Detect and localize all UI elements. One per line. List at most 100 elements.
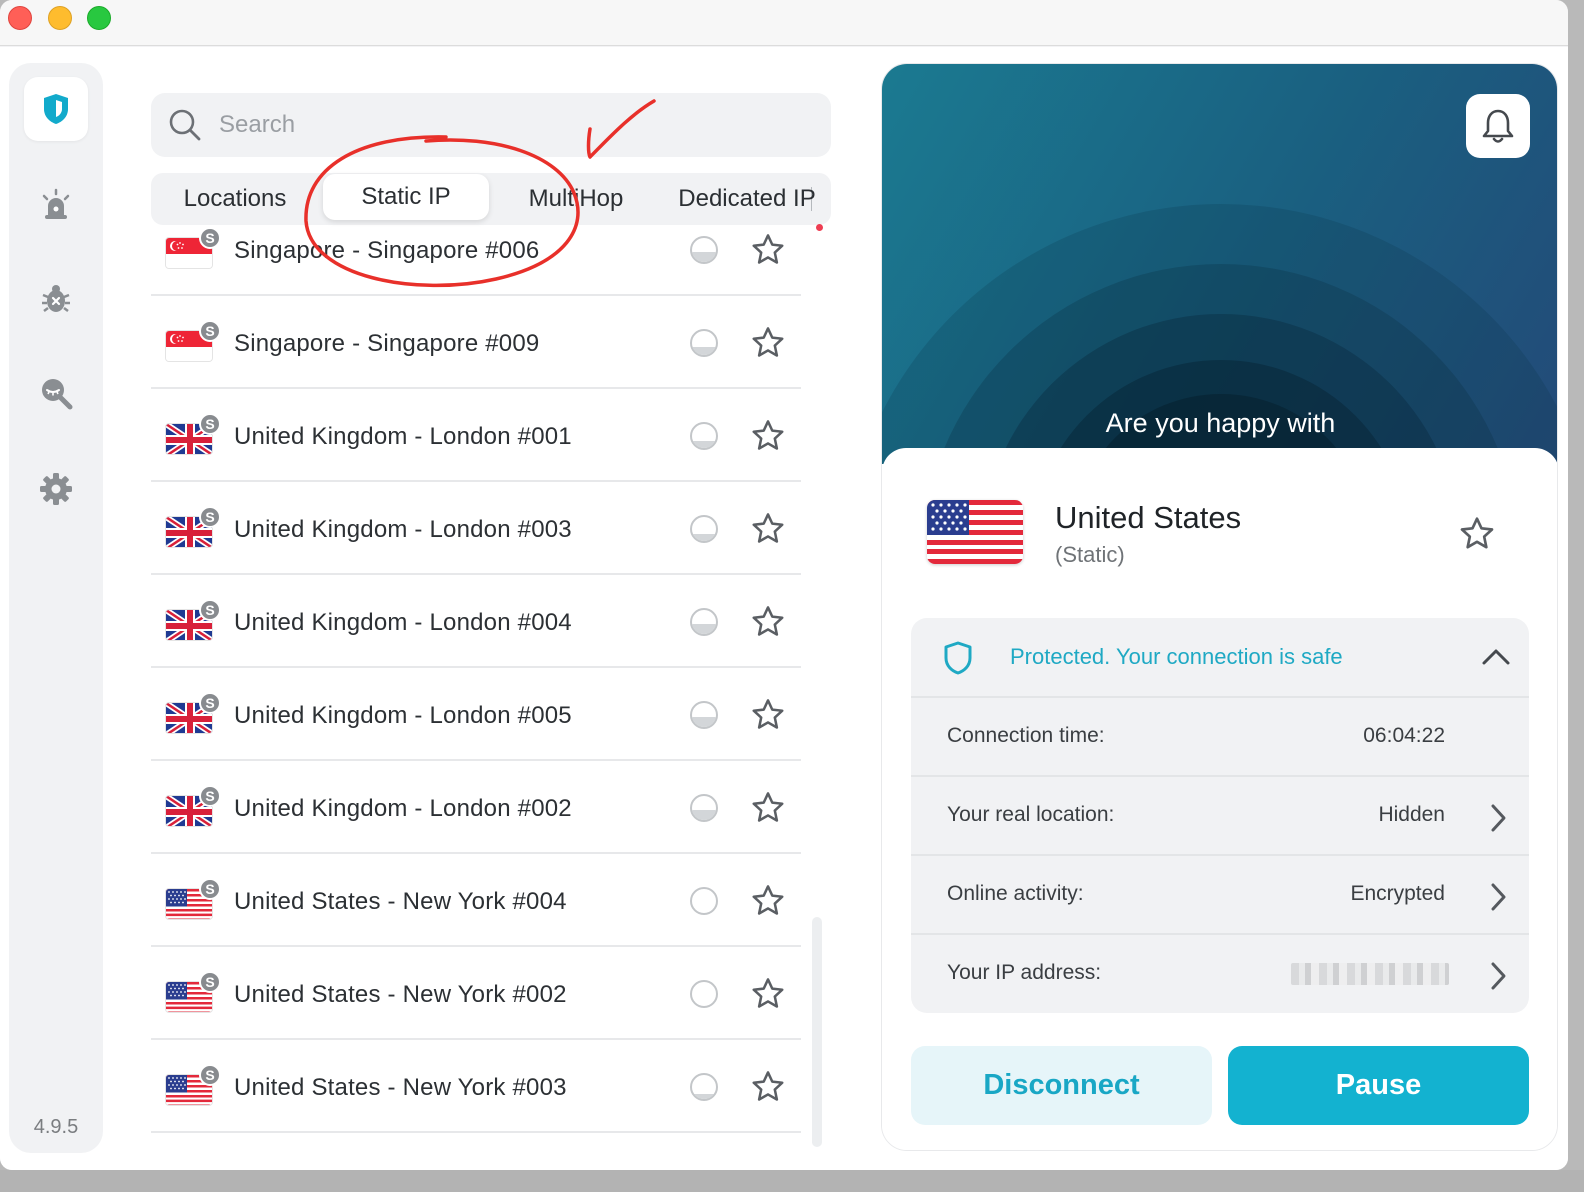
favorite-star-icon[interactable]	[749, 696, 787, 734]
server-row[interactable]: S United States - New York #003	[151, 1040, 801, 1133]
server-flag-us: S	[165, 1064, 221, 1106]
favorite-star-icon[interactable]	[749, 324, 787, 362]
server-name: United States - New York #004	[234, 888, 567, 915]
server-row[interactable]: S Singapore - Singapore #009	[151, 296, 801, 389]
server-load-indicator	[690, 701, 718, 729]
sidebar-item-alert[interactable]	[24, 173, 88, 237]
static-badge: S	[199, 878, 221, 900]
static-badge: S	[199, 785, 221, 807]
static-badge: S	[199, 971, 221, 993]
static-badge: S	[199, 692, 221, 714]
static-badge: S	[199, 599, 221, 621]
title-bar	[0, 0, 1568, 46]
sidebar-item-vpn[interactable]	[24, 77, 88, 141]
server-name: United Kingdom - London #005	[234, 702, 572, 729]
server-flag-sg: S	[165, 227, 221, 269]
connection-status-box: Protected. Your connection is safe Conne…	[911, 618, 1529, 1013]
detail-label: Connection time:	[947, 724, 1105, 747]
shield-icon	[44, 94, 68, 124]
detail-real-location[interactable]: Your real location: Hidden	[911, 777, 1529, 856]
connection-card: United States (Static) Protected. Your c…	[882, 448, 1557, 1150]
server-load-indicator	[690, 236, 718, 264]
feedback-prompt: Are you happy with	[1105, 408, 1336, 438]
search-input[interactable]	[219, 107, 799, 143]
detail-value: Hidden	[1378, 803, 1445, 826]
connection-type: (Static)	[1055, 542, 1125, 567]
shield-outline-icon	[944, 641, 972, 675]
chevron-right-icon	[1491, 962, 1506, 990]
server-load-indicator	[690, 515, 718, 543]
server-row[interactable]: S United Kingdom - London #001	[151, 389, 801, 482]
desktop-background	[0, 1170, 1584, 1192]
server-name: United States - New York #003	[234, 1074, 567, 1101]
server-name: United Kingdom - London #004	[234, 609, 572, 636]
server-list: S Singapore - Singapore #006 S Singapore - …	[151, 227, 801, 1170]
server-row[interactable]: S United Kingdom - London #005	[151, 668, 801, 761]
static-badge: S	[199, 1064, 221, 1086]
search-icon	[169, 109, 201, 141]
pause-button[interactable]: Pause	[1228, 1046, 1529, 1125]
server-name: Singapore - Singapore #006	[234, 237, 540, 264]
favorite-star-icon[interactable]	[749, 510, 787, 548]
gear-icon	[40, 473, 72, 505]
search-bar[interactable]	[151, 93, 831, 157]
app-window: 4.9.5 Locations Static IP MultiHop Dedic…	[0, 0, 1568, 1170]
server-flag-uk: S	[165, 599, 221, 641]
chevron-up-icon[interactable]	[1481, 646, 1511, 668]
server-row[interactable]: S Singapore - Singapore #006	[151, 227, 801, 296]
app-version: 4.9.5	[33, 1116, 79, 1138]
close-window-button[interactable]	[8, 6, 32, 30]
tab-static-ip[interactable]: Static IP	[323, 174, 489, 220]
list-scrollbar[interactable]	[812, 917, 822, 1147]
detail-ip-address[interactable]: Your IP address:	[911, 935, 1529, 1013]
tab-dedicated-ip[interactable]: Dedicated IP	[663, 173, 831, 225]
server-row[interactable]: S United Kingdom - London #004	[151, 575, 801, 668]
static-badge: S	[199, 506, 221, 528]
status-header[interactable]: Protected. Your connection is safe	[911, 618, 1529, 698]
favorite-star-icon[interactable]	[749, 231, 787, 269]
sidebar: 4.9.5	[9, 63, 103, 1153]
bell-icon	[1482, 109, 1514, 143]
favorite-star-icon[interactable]	[749, 789, 787, 827]
us-flag	[927, 500, 1023, 564]
tab-locations[interactable]: Locations	[151, 173, 319, 225]
favorite-star-icon[interactable]	[749, 882, 787, 920]
bug-icon	[42, 285, 70, 312]
server-row[interactable]: S United Kingdom - London #003	[151, 482, 801, 575]
detail-online-activity[interactable]: Online activity: Encrypted	[911, 856, 1529, 935]
server-load-indicator	[690, 980, 718, 1008]
static-badge: S	[199, 413, 221, 435]
server-row[interactable]: S United States - New York #002	[151, 947, 801, 1040]
server-row[interactable]: S United Kingdom - London #002	[151, 761, 801, 854]
status-text: Protected. Your connection is safe	[1010, 644, 1343, 669]
favorite-star-icon[interactable]	[749, 417, 787, 455]
detail-connection-time: Connection time: 06:04:22	[911, 698, 1529, 777]
sidebar-item-settings[interactable]	[24, 457, 88, 521]
server-load-indicator	[690, 329, 718, 357]
server-flag-uk: S	[165, 785, 221, 827]
server-flag-uk: S	[165, 692, 221, 734]
notifications-button[interactable]	[1466, 94, 1530, 158]
magnifier-eye-icon	[42, 379, 73, 410]
favorite-star-icon[interactable]	[1457, 514, 1497, 554]
sidebar-item-threat[interactable]	[24, 267, 88, 331]
server-flag-us: S	[165, 878, 221, 920]
tab-multihop[interactable]: MultiHop	[491, 173, 661, 225]
minimize-window-button[interactable]	[48, 6, 72, 30]
detail-label: Your IP address:	[947, 961, 1102, 984]
server-name: Singapore - Singapore #009	[234, 330, 540, 357]
favorite-star-icon[interactable]	[749, 1068, 787, 1106]
server-row[interactable]: S United States - New York #004	[151, 854, 801, 947]
zoom-window-button[interactable]	[87, 6, 111, 30]
detail-value: Encrypted	[1350, 882, 1445, 905]
connected-country: United States	[1055, 500, 1242, 535]
favorite-star-icon[interactable]	[749, 603, 787, 641]
sidebar-item-privacy[interactable]	[24, 361, 88, 425]
ip-address-blurred	[1291, 963, 1449, 985]
alarm-icon	[42, 188, 70, 219]
server-name: United Kingdom - London #003	[234, 516, 572, 543]
static-badge: S	[199, 227, 221, 249]
favorite-star-icon[interactable]	[749, 975, 787, 1013]
server-load-indicator	[690, 422, 718, 450]
disconnect-button[interactable]: Disconnect	[911, 1046, 1212, 1125]
